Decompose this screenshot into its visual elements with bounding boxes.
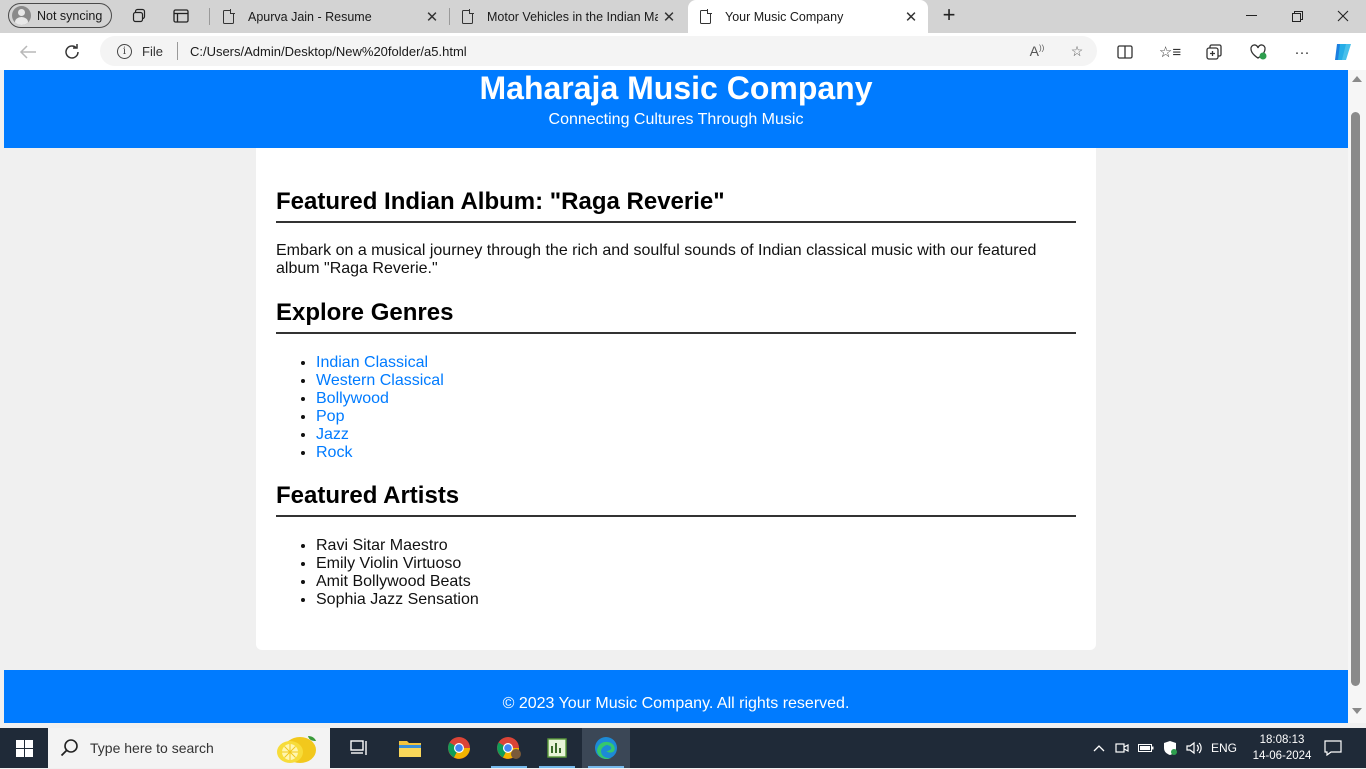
close-tab-icon[interactable]: ✕ [658, 8, 680, 26]
clock-time: 18:08:13 [1259, 734, 1305, 746]
main-content: Featured Indian Album: "Raga Reverie" Em… [256, 148, 1096, 650]
genre-link-pop[interactable]: Pop [316, 408, 344, 425]
tab-resume[interactable]: Apurva Jain - Resume ✕ [211, 0, 449, 33]
browser-essentials-icon[interactable] [1246, 41, 1270, 63]
tab-actions-icon[interactable] [168, 4, 194, 28]
document-icon [462, 9, 474, 24]
copyright-text: © 2023 Your Music Company. All rights re… [502, 695, 850, 712]
tab-separator [209, 8, 210, 25]
search-icon [60, 738, 80, 758]
profile-button[interactable]: Not syncing [8, 3, 112, 28]
profile-label: Not syncing [37, 8, 103, 23]
collections-icon[interactable] [1202, 41, 1226, 63]
new-tab-button[interactable]: + [936, 4, 962, 28]
copilot-icon[interactable] [1331, 41, 1355, 63]
tab-music-company[interactable]: Your Music Company ✕ [688, 0, 928, 33]
site-title: Maharaja Music Company [479, 70, 873, 106]
notifications-icon[interactable] [1320, 728, 1346, 768]
genre-list: Indian Classical Western Classical Bolly… [276, 354, 444, 462]
security-shield-icon[interactable] [1160, 728, 1180, 768]
close-tab-icon[interactable]: ✕ [900, 8, 922, 26]
avatar-icon [12, 6, 31, 25]
list-item: Pop [316, 408, 444, 426]
list-item: Ravi Sitar Maestro [316, 537, 479, 555]
workspaces-icon[interactable] [127, 4, 153, 28]
site-header: Maharaja Music Company Connecting Cultur… [4, 70, 1348, 148]
tab-title: Motor Vehicles in the Indian Mar [487, 9, 658, 24]
list-item: Amit Bollywood Beats [316, 573, 479, 591]
file-explorer-icon[interactable] [386, 728, 434, 768]
scroll-up-arrow-icon[interactable] [1352, 76, 1362, 82]
artist-list: Ravi Sitar Maestro Emily Violin Virtuoso… [276, 537, 479, 609]
meet-now-icon[interactable] [1112, 728, 1132, 768]
task-view-icon[interactable] [336, 728, 384, 768]
vertical-scrollbar[interactable] [1348, 70, 1366, 723]
favorites-icon[interactable]: ☆≡ [1158, 41, 1182, 63]
site-info-icon[interactable]: i [117, 43, 132, 59]
minimize-button[interactable] [1228, 0, 1274, 32]
list-item: Bollywood [316, 390, 444, 408]
list-item: Emily Violin Virtuoso [316, 555, 479, 573]
tab-strip: Not syncing Apurva Jain - Resume ✕ Motor… [0, 0, 1366, 33]
volume-icon[interactable] [1184, 728, 1206, 768]
document-icon [700, 9, 712, 24]
language-indicator[interactable]: ENG [1208, 728, 1240, 768]
tab-title: Your Music Company [725, 9, 844, 24]
chrome-profile-icon[interactable] [485, 728, 533, 768]
chrome-icon[interactable] [435, 728, 483, 768]
scroll-thumb[interactable] [1351, 112, 1360, 686]
list-item: Rock [316, 444, 444, 462]
list-item: Sophia Jazz Sensation [316, 591, 479, 609]
refresh-button[interactable] [57, 38, 87, 66]
document-icon [223, 9, 235, 24]
split-screen-icon[interactable] [1113, 41, 1137, 63]
windows-logo-icon [15, 739, 33, 757]
genres-heading: Explore Genres [276, 299, 1076, 334]
list-item: Western Classical [316, 372, 444, 390]
genre-link-indian-classical[interactable]: Indian Classical [316, 354, 428, 371]
close-tab-icon[interactable]: ✕ [421, 8, 443, 26]
search-placeholder: Type here to search [90, 740, 214, 756]
genre-link-jazz[interactable]: Jazz [316, 426, 349, 443]
site-footer: © 2023 Your Music Company. All rights re… [4, 670, 1348, 723]
navigation-bar: i File C:/Users/Admin/Desktop/New%20fold… [0, 33, 1366, 70]
show-hidden-icons-icon[interactable] [1090, 728, 1108, 768]
favorite-star-icon[interactable]: ☆ [1057, 43, 1097, 60]
taskbar-search[interactable]: Type here to search [48, 728, 330, 768]
artists-heading: Featured Artists [276, 482, 1076, 517]
restore-button[interactable] [1274, 0, 1320, 32]
tab-title: Apurva Jain - Resume [248, 9, 372, 24]
edge-icon[interactable] [582, 728, 630, 768]
more-options-icon[interactable]: ··· [1290, 41, 1314, 63]
start-button[interactable] [0, 728, 48, 768]
battery-icon[interactable] [1136, 728, 1156, 768]
system-clock[interactable]: 18:08:13 14-06-2024 [1246, 732, 1318, 764]
genre-link-western-classical[interactable]: Western Classical [316, 372, 444, 389]
list-item: Jazz [316, 426, 444, 444]
tab-motor-vehicles[interactable]: Motor Vehicles in the Indian Mar ✕ [450, 0, 686, 33]
genre-link-bollywood[interactable]: Bollywood [316, 390, 389, 407]
genre-link-rock[interactable]: Rock [316, 444, 352, 461]
featured-album-description: Embark on a musical journey through the … [276, 242, 1037, 277]
page-viewport: Maharaja Music Company Connecting Cultur… [4, 70, 1348, 723]
scroll-down-arrow-icon[interactable] [1352, 708, 1362, 714]
address-bar[interactable]: i File C:/Users/Admin/Desktop/New%20fold… [100, 36, 1097, 66]
read-aloud-icon[interactable]: A)) [1017, 43, 1057, 59]
site-tagline: Connecting Cultures Through Music [548, 111, 804, 128]
scheme-label: File [142, 43, 163, 59]
close-window-button[interactable] [1320, 0, 1366, 32]
taskbar: Type here to search ENG 18:08:13 14-06-2… [0, 728, 1366, 768]
url-text[interactable]: C:/Users/Admin/Desktop/New%20folder/a5.h… [190, 44, 1017, 59]
lemon-highlight-icon [270, 730, 322, 766]
back-button[interactable] [13, 38, 43, 66]
featured-album-heading: Featured Indian Album: "Raga Reverie" [276, 188, 1076, 223]
clock-date: 14-06-2024 [1252, 750, 1312, 762]
address-separator [176, 42, 178, 60]
notepad-icon[interactable] [533, 728, 581, 768]
list-item: Indian Classical [316, 354, 444, 372]
